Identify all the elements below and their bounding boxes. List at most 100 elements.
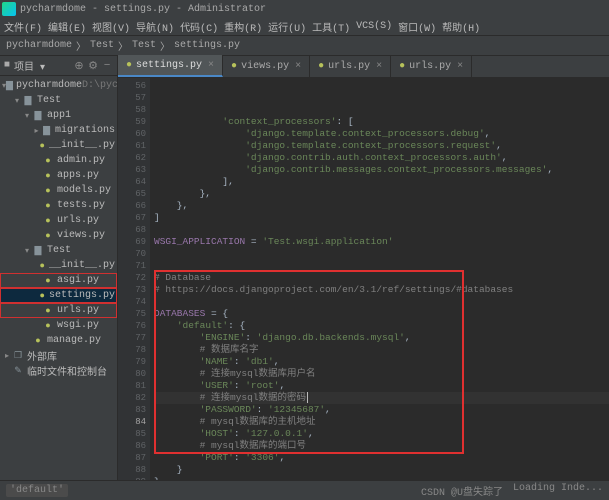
tree-label: Test — [47, 245, 71, 256]
tree-row[interactable]: ●urls.py — [0, 303, 117, 318]
window-title: pycharmdome - settings.py - Administrato… — [20, 4, 266, 15]
menu-item[interactable]: 重构(R) — [224, 19, 262, 35]
tree-row[interactable]: ▾▇Test — [0, 243, 117, 258]
tree-row[interactable]: ●__init__.py — [0, 138, 117, 153]
sidebar-title[interactable]: ■项目 ▾ — [4, 58, 45, 74]
close-icon[interactable]: × — [208, 60, 214, 71]
tree-row[interactable]: ●admin.py — [0, 153, 117, 168]
tree-row[interactable]: ▾▇app1 — [0, 108, 117, 123]
close-icon[interactable]: × — [295, 61, 301, 72]
code-content[interactable]: 'context_processors': [ 'django.template… — [150, 78, 609, 480]
project-tree[interactable]: ▾▇pycharmdome D:\pycharmdome▾▇Test▾▇app1… — [0, 76, 117, 380]
python-icon: ● — [399, 61, 405, 72]
menu-item[interactable]: 编辑(E) — [48, 19, 86, 35]
sidebar-header: ■项目 ▾ ⊕ ⚙ − — [0, 56, 117, 76]
editor-tab[interactable]: ●urls.py× — [391, 55, 472, 77]
dir-icon: ▇ — [41, 125, 52, 137]
tree-label: urls.py — [57, 305, 99, 316]
tree-label: manage.py — [47, 335, 101, 346]
menu-item[interactable]: 导航(N) — [136, 19, 174, 35]
py-icon: ● — [42, 305, 54, 317]
menu-item[interactable]: 视图(V) — [92, 19, 130, 35]
tree-row[interactable]: ●views.py — [0, 228, 117, 243]
tree-row[interactable]: ▸❐外部库 — [0, 348, 117, 363]
python-icon: ● — [126, 60, 132, 71]
tree-row[interactable]: ●__init__.py — [0, 258, 117, 273]
menu-item[interactable]: 文件(F) — [4, 19, 42, 35]
status-loading: Loading Inde... — [513, 483, 603, 499]
editor-area: ●settings.py×●views.py×●urls.py×●urls.py… — [118, 56, 609, 480]
window-titlebar: pycharmdome - settings.py - Administrato… — [0, 0, 609, 18]
tree-row[interactable]: ▾▇Test — [0, 93, 117, 108]
tree-label: tests.py — [57, 200, 105, 211]
code-editor[interactable]: 5657585960616263646566676869707172737475… — [118, 78, 609, 480]
tree-label: pycharmdome — [16, 80, 82, 91]
hide-icon[interactable]: − — [101, 60, 113, 72]
tree-row[interactable]: ▸▇migrations — [0, 123, 117, 138]
breadcrumb-item[interactable]: pycharmdome — [6, 40, 72, 51]
tree-row[interactable]: ●apps.py — [0, 168, 117, 183]
tree-row[interactable]: ●settings.py — [0, 288, 117, 303]
app-icon — [2, 2, 16, 16]
dir-icon: ▇ — [6, 80, 13, 92]
editor-tabs: ●settings.py×●views.py×●urls.py×●urls.py… — [118, 56, 609, 78]
project-sidebar: ■项目 ▾ ⊕ ⚙ − ▾▇pycharmdome D:\pycharmdome… — [0, 56, 118, 480]
tree-row[interactable]: ●manage.py — [0, 333, 117, 348]
tree-label: 外部库 — [27, 348, 57, 364]
tree-label: views.py — [57, 230, 105, 241]
tree-label: apps.py — [57, 170, 99, 181]
tree-label: settings.py — [49, 290, 115, 301]
tree-row[interactable]: ●tests.py — [0, 198, 117, 213]
tree-label: models.py — [57, 185, 111, 196]
tree-label: admin.py — [57, 155, 105, 166]
tree-row[interactable]: ●urls.py — [0, 213, 117, 228]
py-icon: ● — [42, 320, 54, 332]
py-icon: ● — [42, 185, 54, 197]
close-icon[interactable]: × — [376, 61, 382, 72]
py-icon: ● — [42, 275, 54, 287]
tree-label: __init__.py — [49, 140, 115, 151]
menu-item[interactable]: VCS(S) — [356, 21, 392, 32]
dir-icon: ▇ — [22, 95, 34, 107]
tree-row[interactable]: ●asgi.py — [0, 273, 117, 288]
close-icon[interactable]: × — [457, 61, 463, 72]
py-icon: ● — [42, 155, 54, 167]
py-icon: ● — [38, 140, 46, 152]
editor-tab[interactable]: ●urls.py× — [310, 55, 391, 77]
tree-label: 临时文件和控制台 — [27, 363, 107, 379]
python-icon: ● — [318, 61, 324, 72]
status-crumb: 'default' — [6, 484, 68, 497]
tree-label: asgi.py — [57, 275, 99, 286]
scr-icon: ✎ — [12, 365, 24, 377]
settings-icon[interactable]: ⚙ — [87, 60, 99, 72]
breadcrumb-item[interactable]: settings.py — [174, 40, 240, 51]
watermark: CSDN @U盘失踪了 — [421, 483, 503, 499]
py-icon: ● — [42, 215, 54, 227]
tree-row[interactable]: ▾▇pycharmdome D:\pycharmdome — [0, 78, 117, 93]
tree-label: urls.py — [57, 215, 99, 226]
dir-icon: ▇ — [32, 110, 44, 122]
py-icon: ● — [42, 200, 54, 212]
tree-row[interactable]: ●models.py — [0, 183, 117, 198]
menu-item[interactable]: 代码(C) — [180, 19, 218, 35]
breadcrumb: pycharmdome〉Test〉Test〉settings.py — [0, 36, 609, 56]
tree-row[interactable]: ●wsgi.py — [0, 318, 117, 333]
tree-row[interactable]: ✎临时文件和控制台 — [0, 363, 117, 378]
editor-tab[interactable]: ●views.py× — [223, 55, 310, 77]
breadcrumb-item[interactable]: Test — [90, 40, 114, 51]
tree-label: __init__.py — [49, 260, 115, 271]
menu-bar: 文件(F) 编辑(E) 视图(V) 导航(N) 代码(C) 重构(R) 运行(U) 工具(T)… — [0, 18, 609, 36]
menu-item[interactable]: 帮助(H) — [442, 19, 480, 35]
tree-label: Test — [37, 95, 61, 106]
breadcrumb-item[interactable]: Test — [132, 40, 156, 51]
line-gutter: 5657585960616263646566676869707172737475… — [118, 78, 150, 480]
menu-item[interactable]: 运行(U) — [268, 19, 306, 35]
python-icon: ● — [231, 61, 237, 72]
menu-item[interactable]: 工具(T) — [312, 19, 350, 35]
tree-label: wsgi.py — [57, 320, 99, 331]
tree-label: app1 — [47, 110, 71, 121]
collapse-icon[interactable]: ⊕ — [73, 60, 85, 72]
editor-tab[interactable]: ●settings.py× — [118, 55, 223, 77]
tree-label: migrations — [55, 125, 115, 136]
menu-item[interactable]: 窗口(W) — [398, 19, 436, 35]
